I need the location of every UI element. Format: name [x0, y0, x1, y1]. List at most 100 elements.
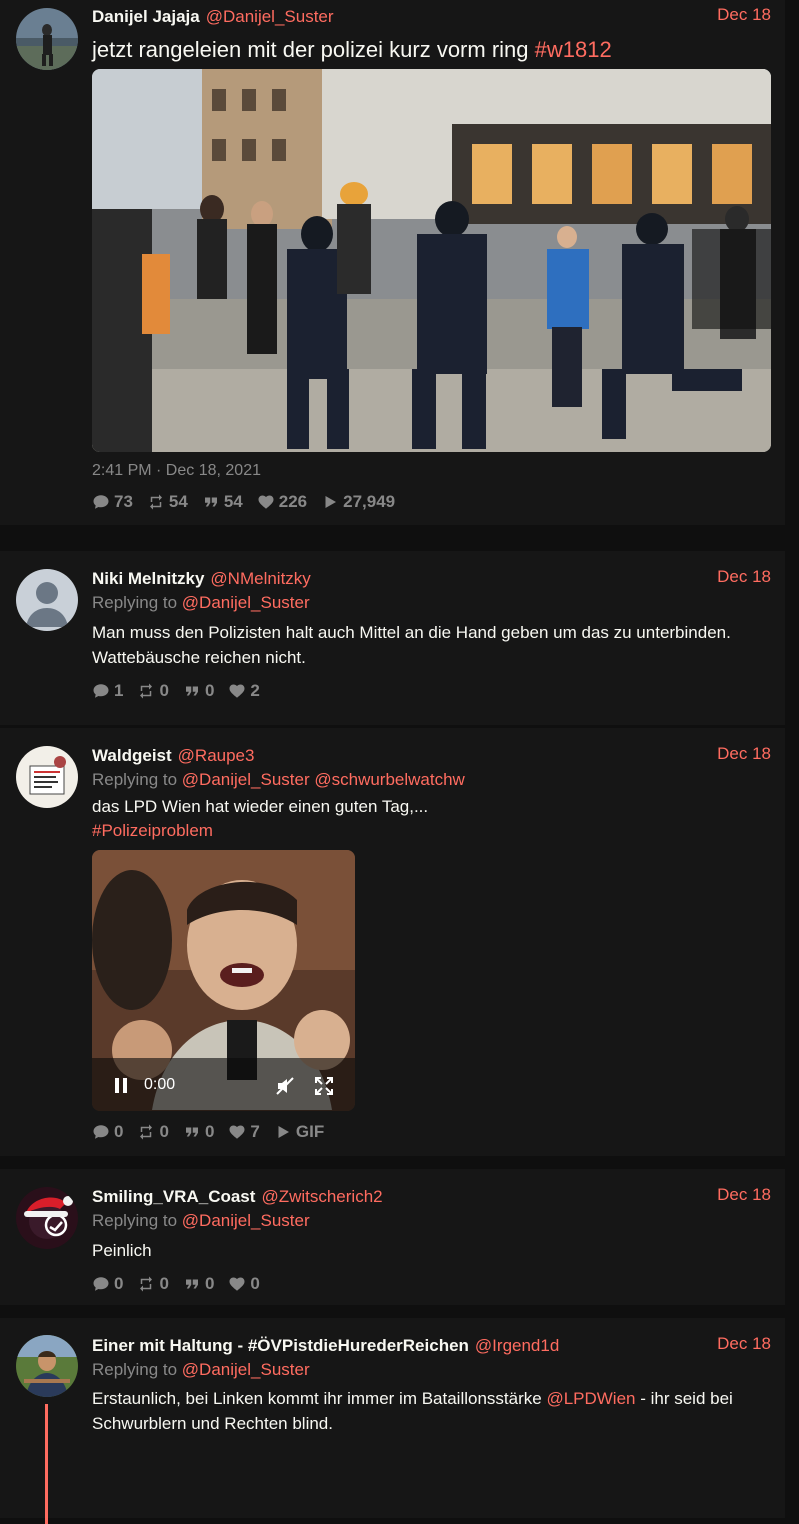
media-stat: GIF: [274, 1122, 324, 1142]
replying-label: Replying to: [92, 593, 178, 612]
comment-icon: [93, 495, 109, 509]
reply-count: 1: [114, 681, 124, 700]
comment-icon: [93, 1125, 109, 1139]
heart-icon: [258, 495, 274, 509]
gif-media[interactable]: 0:00: [92, 850, 355, 1111]
media-type: GIF: [295, 1122, 325, 1141]
pause-icon[interactable]: [114, 1078, 128, 1093]
quote-stat: 54: [202, 492, 243, 512]
tweet-timestamp[interactable]: 2:41 PM · Dec 18, 2021: [92, 462, 771, 480]
views-stat: 27,949: [321, 492, 395, 512]
reply-stat: 73: [92, 492, 133, 512]
tweet-date[interactable]: Dec 18: [717, 5, 771, 25]
tweet-date[interactable]: Dec 18: [717, 1334, 771, 1354]
username[interactable]: @Raupe3: [178, 746, 255, 766]
mention-link[interactable]: @schwurbelwatchw: [314, 770, 464, 789]
reply-tweet[interactable]: Niki Melnitzky @NMelnitzky Dec 18 Replyi…: [0, 551, 785, 726]
tweet-text: Peinlich: [92, 1241, 152, 1260]
fullname[interactable]: Smiling_VRA_Coast: [92, 1187, 255, 1207]
username[interactable]: @Zwitscherich2: [261, 1187, 382, 1207]
username[interactable]: @NMelnitzky: [210, 569, 310, 589]
like-count: 7: [250, 1122, 260, 1141]
reply-count: 0: [114, 1122, 124, 1141]
fullname[interactable]: Danijel Jajaja: [92, 7, 200, 27]
main-tweet[interactable]: Danijel Jajaja @Danijel_Suster Dec 18 je…: [0, 0, 785, 526]
replying-to: Replying to @Danijel_Suster: [92, 591, 771, 615]
quote-stat: 0: [183, 1274, 214, 1294]
quote-stat: 0: [183, 1122, 214, 1142]
replying-label: Replying to: [92, 770, 178, 789]
fullname[interactable]: Waldgeist: [92, 746, 172, 766]
fullname[interactable]: Einer mit Haltung - #ÖVPistdieHurederRei…: [92, 1336, 469, 1356]
reply-stat: 0: [92, 1274, 123, 1294]
retweet-icon: [149, 494, 162, 510]
reply-tweet[interactable]: Waldgeist @Raupe3 Dec 18 Replying to @Da…: [0, 728, 785, 1157]
fullname[interactable]: Niki Melnitzky: [92, 569, 204, 589]
play-icon: [325, 496, 337, 508]
mention-link[interactable]: @LPDWien: [546, 1389, 635, 1408]
tweet-date[interactable]: Dec 18: [717, 567, 771, 587]
replying-to: Replying to @Danijel_Suster @schwurbelwa…: [92, 768, 771, 792]
mention-link[interactable]: @Danijel_Suster: [182, 1360, 310, 1379]
mention-link[interactable]: @Danijel_Suster: [182, 593, 310, 612]
views-count: 27,949: [343, 492, 396, 511]
mention-link[interactable]: @Danijel_Suster: [182, 1211, 310, 1230]
like-stat: 2: [228, 681, 260, 701]
quote-count: 0: [204, 681, 215, 700]
reply-stat: 0: [92, 1122, 123, 1142]
mute-icon[interactable]: [275, 1076, 295, 1096]
replying-label: Replying to: [92, 1360, 178, 1379]
reply-stat: 1: [92, 681, 123, 701]
like-stat: 0: [228, 1274, 260, 1294]
heart-icon: [229, 1277, 245, 1291]
tweet-date[interactable]: Dec 18: [717, 1185, 771, 1205]
quote-stat: 0: [183, 681, 214, 701]
fullscreen-icon[interactable]: [314, 1076, 334, 1096]
retweet-count: 54: [168, 492, 188, 511]
tweet-text-body: das LPD Wien hat wieder einen guten Tag,…: [92, 797, 429, 816]
replying-to: Replying to @Danijel_Suster: [92, 1358, 771, 1382]
retweet-icon: [140, 1124, 153, 1140]
like-count: 2: [250, 681, 260, 700]
comment-icon: [93, 684, 109, 698]
avatar[interactable]: [16, 8, 78, 70]
reply-count: 0: [114, 1274, 124, 1293]
avatar[interactable]: [16, 1187, 78, 1249]
username[interactable]: @Danijel_Suster: [206, 7, 334, 27]
reply-tweet[interactable]: Smiling_VRA_Coast @Zwitscherich2 Dec 18 …: [0, 1169, 785, 1306]
retweet-icon: [140, 1276, 153, 1292]
quote-count: 0: [204, 1274, 215, 1293]
heart-icon: [229, 1125, 245, 1139]
tweet-text-body: jetzt rangeleien mit der polizei kurz vo…: [92, 37, 535, 62]
quote-count: 0: [204, 1122, 215, 1141]
mention-link[interactable]: @Danijel_Suster: [182, 770, 310, 789]
video-controls: 0:00: [92, 1059, 355, 1111]
username[interactable]: @Irgend1d: [475, 1336, 559, 1356]
play-icon: [278, 1126, 289, 1138]
tweet-text: jetzt rangeleien mit der polizei kurz vo…: [92, 35, 771, 65]
tweet-date[interactable]: Dec 18: [717, 744, 771, 764]
like-count: 226: [278, 492, 308, 511]
tweet-text-body: Erstaunlich, bei Linken kommt ihr immer …: [92, 1389, 547, 1408]
retweet-count: 0: [159, 1274, 169, 1293]
reply-tweet[interactable]: Einer mit Haltung - #ÖVPistdieHurederRei…: [0, 1318, 785, 1524]
hashtag-link[interactable]: #Polizeiproblem: [92, 819, 771, 843]
video-media[interactable]: [92, 69, 771, 452]
comment-icon: [93, 1277, 109, 1291]
tweet-text: Erstaunlich, bei Linken kommt ihr immer …: [92, 1386, 771, 1436]
avatar[interactable]: [16, 1335, 78, 1397]
quote-icon: [185, 1127, 198, 1137]
hashtag-link[interactable]: #w1812: [535, 37, 612, 62]
retweet-icon: [140, 683, 153, 699]
like-count: 0: [250, 1274, 260, 1293]
video-time: 0:00: [144, 1076, 176, 1093]
replying-label: Replying to: [92, 1211, 178, 1230]
tweet-text: Man muss den Polizisten halt auch Mittel…: [92, 623, 731, 667]
avatar[interactable]: [16, 569, 78, 631]
avatar[interactable]: [16, 746, 78, 808]
replying-to: Replying to @Danijel_Suster: [92, 1209, 771, 1233]
quote-icon: [204, 497, 217, 507]
tweet-stats: 73 54 54 226 27,949: [92, 492, 771, 512]
retweet-count: 0: [159, 1122, 169, 1141]
like-stat: 7: [228, 1122, 260, 1142]
